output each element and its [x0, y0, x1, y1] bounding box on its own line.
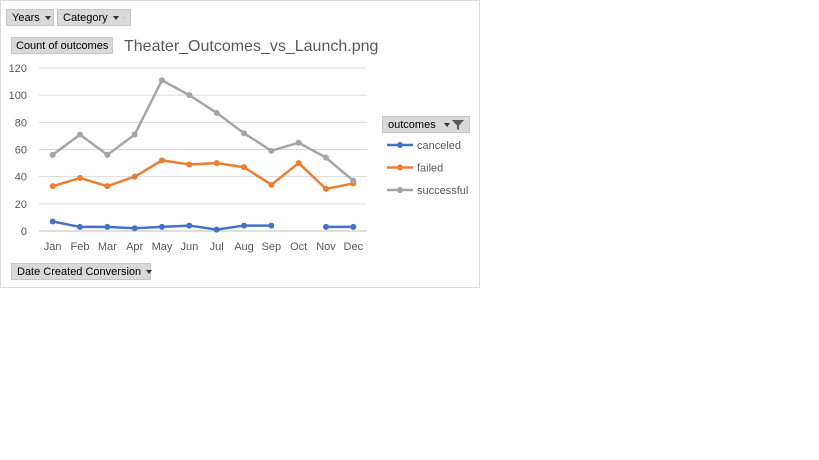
line-chart: 0 20 40 60 80 100 120 Jan Feb Mar Apr May Jun Jul Aug S… — [9, 63, 469, 253]
chevron-down-icon — [444, 122, 450, 127]
data-point-failed — [295, 160, 302, 167]
legend-marker-failed — [397, 164, 403, 171]
x-tick-label: May — [152, 241, 173, 253]
axis-field-label: Date Created Conversion — [17, 265, 142, 278]
x-tick-label: Mar — [98, 241, 117, 253]
data-point-failed — [241, 164, 247, 171]
data-point-successful — [159, 77, 165, 84]
date-created-conversion-button[interactable]: Date Created Conversion — [11, 263, 153, 280]
data-point-successful — [131, 131, 138, 138]
data-point-failed — [77, 175, 83, 182]
data-point-successful — [104, 151, 111, 158]
x-tick-label: Nov — [316, 241, 336, 253]
legend-marker-successful — [397, 187, 403, 193]
data-point-canceled — [131, 225, 138, 232]
data-point-successful — [186, 92, 193, 99]
chevron-down-icon — [146, 269, 153, 274]
x-tick-label: Jan — [44, 241, 62, 253]
data-point-successful — [323, 154, 329, 161]
data-point-failed — [159, 157, 165, 164]
data-point-successful — [77, 131, 83, 138]
data-point-canceled — [241, 222, 247, 229]
y-tick-label: 120 — [9, 63, 27, 75]
y-tick-label: 20 — [15, 199, 27, 211]
legend-label-canceled: canceled — [417, 140, 461, 152]
data-point-canceled — [213, 226, 220, 233]
data-point-successful — [350, 177, 357, 184]
data-point-canceled — [323, 223, 329, 230]
data-point-successful — [295, 139, 302, 146]
data-point-failed — [104, 183, 111, 190]
legend-label-successful: successful — [417, 185, 468, 197]
series-line-failed — [51, 159, 355, 191]
data-point-successful — [268, 147, 275, 154]
data-point-failed — [49, 183, 56, 190]
y-tick-label: 40 — [15, 172, 27, 184]
data-point-canceled — [77, 223, 83, 230]
outcomes-filter-label: outcomes — [388, 118, 436, 131]
x-tick-label: Sep — [262, 241, 282, 253]
x-tick-label: Dec — [344, 241, 364, 253]
y-tick-label: 60 — [15, 145, 27, 157]
y-tick-label: 0 — [21, 226, 27, 238]
outcomes-legend-filter-button[interactable]: outcomes — [382, 116, 470, 133]
x-tick-label: Oct — [290, 241, 307, 253]
filter-icon — [452, 119, 464, 130]
data-point-failed — [268, 181, 275, 188]
data-point-canceled — [104, 223, 111, 230]
data-point-successful — [241, 130, 247, 137]
y-tick-label: 80 — [15, 117, 27, 129]
x-tick-label: Apr — [126, 241, 143, 253]
legend-marker-canceled — [397, 142, 403, 148]
data-point-successful — [213, 109, 220, 116]
data-point-failed — [213, 160, 220, 167]
data-point-failed — [131, 173, 138, 180]
data-point-successful — [49, 151, 56, 158]
x-tick-label: Jul — [210, 241, 224, 253]
data-point-canceled — [159, 223, 165, 230]
y-tick-label: 100 — [9, 90, 27, 102]
pivot-chart-frame: Years Category Count of outcomes Theater… — [0, 0, 480, 288]
legend-label-failed: failed — [417, 163, 443, 175]
data-point-canceled — [186, 222, 193, 229]
data-point-failed — [186, 161, 193, 168]
data-point-failed — [323, 185, 329, 192]
data-point-canceled — [268, 222, 275, 229]
x-tick-label: Jun — [180, 241, 198, 253]
x-tick-label: Feb — [71, 241, 90, 253]
data-point-canceled — [49, 218, 56, 225]
data-point-canceled — [350, 223, 357, 230]
x-tick-label: Aug — [234, 241, 254, 253]
